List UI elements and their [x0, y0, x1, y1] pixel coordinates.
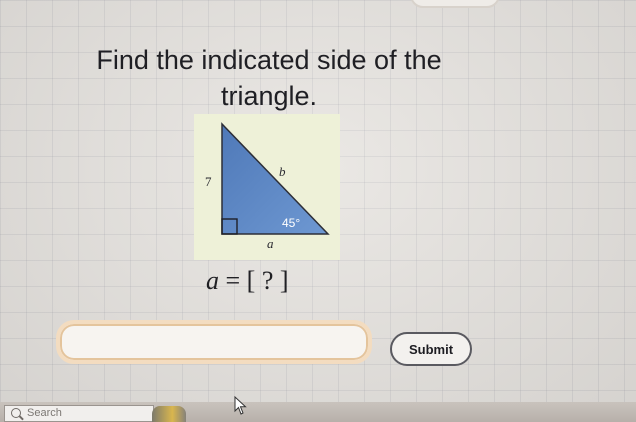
angle-label: 45°	[282, 216, 300, 230]
question-line-1: Find the indicated side of the	[96, 45, 442, 75]
submit-button[interactable]: Submit	[390, 332, 472, 366]
top-button-edge[interactable]	[410, 0, 500, 8]
taskbar-app-icon[interactable]	[152, 406, 186, 422]
triangle-figure: 7 b a 45°	[194, 114, 340, 260]
equation-variable: a	[206, 266, 219, 295]
equation-equals: =	[219, 266, 247, 295]
side-label-left: 7	[205, 174, 212, 189]
side-label-bottom: a	[267, 236, 274, 251]
taskbar: Search	[0, 402, 636, 422]
question-line-2: triangle.	[220, 81, 318, 111]
search-icon	[11, 408, 21, 418]
right-triangle	[221, 122, 330, 235]
equation-placeholder: [ ? ]	[246, 266, 289, 295]
side-label-hypotenuse: b	[279, 164, 286, 179]
answer-input[interactable]	[56, 320, 372, 364]
equation: a = [ ? ]	[206, 266, 289, 296]
taskbar-search-label: Search	[27, 407, 62, 419]
mouse-cursor-icon	[234, 396, 247, 415]
triangle-diagram: 7 b a 45°	[205, 122, 330, 251]
question-text: Find the indicated side of the triangle.	[94, 42, 444, 114]
taskbar-search[interactable]: Search	[4, 405, 154, 422]
